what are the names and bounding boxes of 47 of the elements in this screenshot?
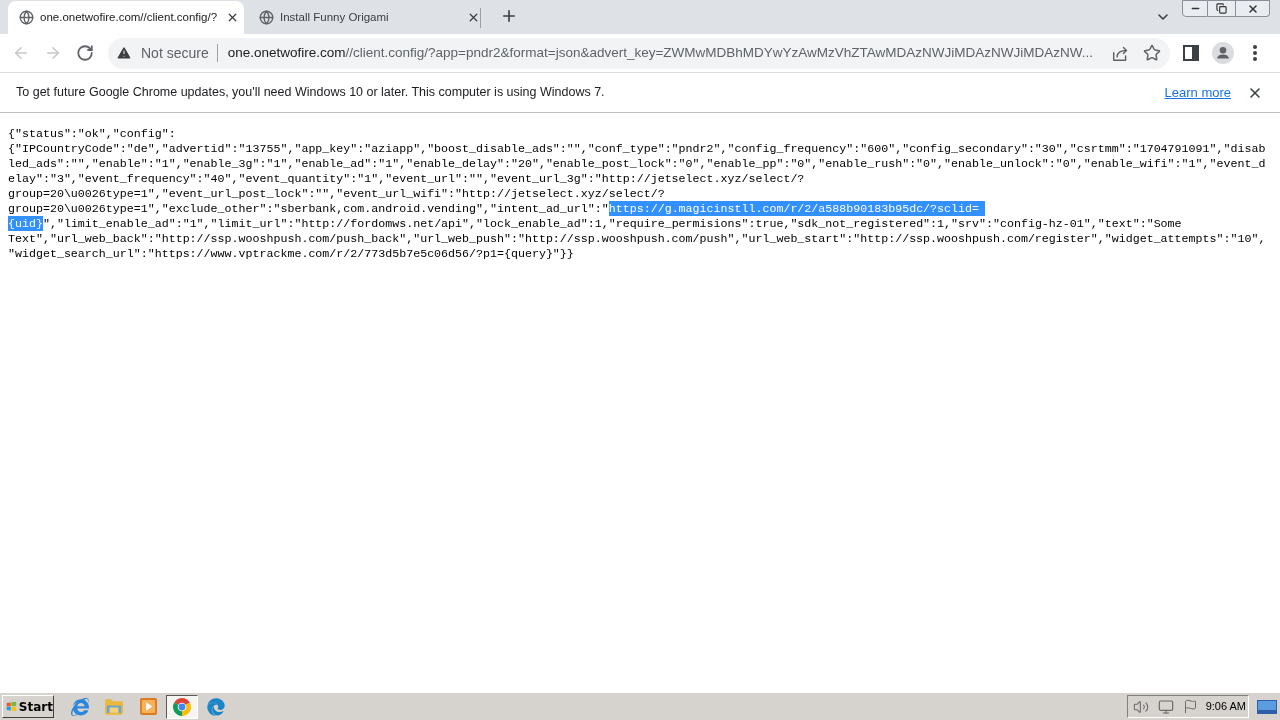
security-indicator[interactable]: Not secure [112, 41, 211, 65]
chrome-logo-icon [173, 697, 191, 716]
reload-icon [76, 44, 94, 62]
share-icon [1111, 44, 1129, 62]
json-text: {"IPCountryCode":"de","advertid":"13755","app_key":"aziapp","boost_disable_ads":"","conf_type":"pndr2","config_frequency":"600","config_secondary":"30","csrtmm":"1704791091","disab [8, 141, 1266, 156]
json-text: group=20\u0026type=1","event_url_post_lock":"","event_url_wifi":"http://jetselect.xyz/select/? [8, 186, 665, 201]
globe-icon [19, 10, 34, 25]
folder-icon [105, 698, 123, 715]
json-text: "widget_search_url":"https://www.vptrackme.com/r/2/773d5b7e5c06d56/?p1={query}"}} [8, 246, 574, 261]
show-desktop-button[interactable] [1257, 699, 1277, 714]
globe-icon [259, 10, 274, 25]
json-text: Text","url_web_back":"http://ssp.wooshpush.com/push_back","url_web_push":"http://ssp.wooshpush.com/push","url_web_start":"http://ssp.wooshpush.com/register","widget_attempts":"10", [8, 231, 1266, 246]
start-button[interactable]: Start [2, 695, 54, 718]
close-icon [1246, 2, 1259, 15]
taskbar-app-button[interactable] [166, 694, 198, 719]
json-text: {"status":"ok","config": [8, 126, 176, 141]
json-text: led_ads":"","enable":"1","enable_3g":"1","enable_ad":"1","enable_delay":"20","enable_post_lock":"0","enable_pp":"0","enable_rush":"0","enable_unlock":"0","enable_wifi":"1","event_d [8, 156, 1266, 171]
monitor-icon[interactable] [1158, 698, 1174, 715]
side-panel-icon [1183, 45, 1199, 61]
speaker-icon[interactable] [1133, 698, 1149, 715]
address-bar[interactable]: Not secure one.onetwofire.com//client.config/?app=pndr2&format=json&advert_key=ZWMwMDBhMDYwYzAwMzVhZTAwMDAzNWJiMDAzNWJiMDAzNW... [108, 37, 1170, 69]
json-text: group=20\u0026type=1","exclude_other":"sberbank,com.android.vending","intent_ad_url":" [8, 201, 609, 216]
json-text: elay":"3","event_frequency":"40","event_quantity":"1","event_url":"","event_url_3g":"http://jetselect.xyz/select/? [8, 171, 805, 186]
profile-button[interactable] [1209, 39, 1237, 67]
profile-avatar-icon [1212, 42, 1234, 64]
selected-json-text: https://g.magicinstll.com/r/2/a588b90183b95dc/?sclid= [608, 201, 985, 216]
restore-button[interactable] [1208, 0, 1236, 17]
selected-json-text: {uid} [8, 216, 43, 231]
browser-tab[interactable]: one.onetwofire.com//client.config/? [8, 1, 244, 34]
warning-icon [116, 45, 132, 61]
url-text: one.onetwofire.com//client.config/?app=pndr2&format=json&advert_key=ZWMwMDBhMDYwYzAwMzVhZTAwMDAzNWJiMDAzNWJiMDAzNW... [227, 43, 1094, 62]
windows-logo-icon [6, 699, 17, 714]
menu-icon [1253, 45, 1257, 61]
star-icon [1143, 44, 1161, 62]
desktop-icon [1257, 699, 1277, 714]
internet-explorer-icon [71, 697, 89, 716]
learn-more-link[interactable]: Learn more [1164, 82, 1231, 103]
flag-icon[interactable] [1183, 699, 1198, 714]
clock-text[interactable]: 9:06 AM [1205, 698, 1246, 715]
update-message: To get future Google Chrome updates, you'll need Windows 10 or later. This computer is using Windows 7. [16, 84, 605, 102]
plus-icon [500, 7, 518, 25]
edge-logo-icon [207, 697, 225, 716]
restore-icon [1216, 3, 1227, 14]
play-icon [139, 698, 157, 715]
json-text: ","limit_enable_ad":"1","limit_url":"http://fordomws.net/api","lock_enable_ad":1,"require_permisions":true,"sdk_not_registered":1,"srv":"config-hz-01","text":"Some [42, 216, 1182, 231]
window-close-button[interactable] [1236, 0, 1270, 17]
forward-arrow-icon [44, 44, 62, 62]
